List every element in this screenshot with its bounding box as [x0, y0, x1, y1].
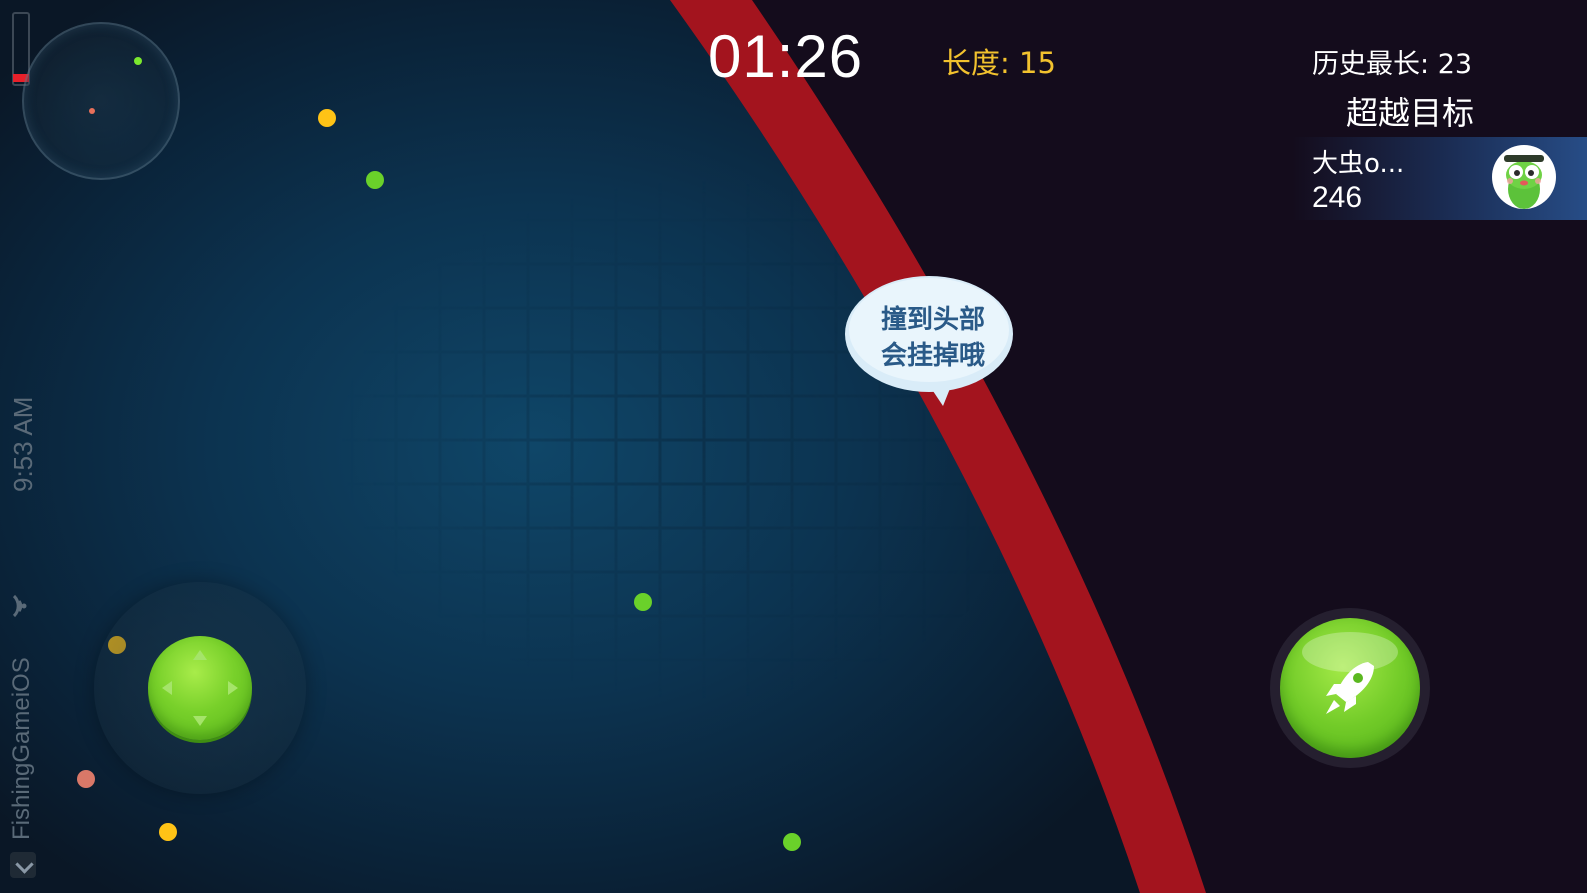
minimap-enemy-dot [89, 108, 95, 114]
food-pellet [77, 770, 95, 788]
dpad-joystick-icon[interactable] [148, 636, 252, 740]
wifi-icon [12, 594, 27, 618]
match-timer: 01:26 [708, 23, 864, 90]
food-pellet [318, 109, 336, 127]
game-stage[interactable]: 9:53 AM FishingGameiOS 01:26 长度: 15 历史最长… [0, 0, 1587, 893]
target-title: 超越目标 [1346, 94, 1475, 132]
boost-button-ring [1270, 608, 1430, 768]
food-pellet [159, 823, 177, 841]
movement-joystick[interactable] [94, 582, 306, 794]
food-pellet [366, 171, 384, 189]
back-to-app-icon[interactable] [10, 852, 36, 878]
tip-text: 撞到头部 会挂掉哦 [845, 302, 1021, 374]
length-value: 15 [1019, 46, 1056, 80]
best-length: 历史最长: 23 [1312, 42, 1472, 81]
minimap [22, 22, 180, 180]
status-time: 9:53 AM [8, 396, 38, 492]
tip-bubble: 撞到头部 会挂掉哦 [845, 276, 1013, 406]
food-pellet [634, 593, 652, 611]
minimap-player-dot [134, 57, 142, 65]
best-label: 历史最长: [1312, 49, 1430, 80]
tip-line-1: 撞到头部 [880, 305, 985, 335]
rocket-icon [1326, 662, 1374, 714]
tip-line-2: 会挂掉哦 [880, 341, 985, 371]
best-value: 23 [1437, 49, 1473, 80]
green-worm-avatar-icon [1492, 145, 1556, 209]
boost-button[interactable] [1280, 618, 1420, 758]
target-card: 大虫o... 246 [1292, 137, 1587, 220]
status-app-name: FishingGameiOS [8, 657, 35, 840]
target-name: 大虫o... [1312, 149, 1405, 179]
food-pellet [783, 833, 801, 851]
length-label: 长度: [942, 46, 1010, 80]
current-length: 长度: 15 [942, 40, 1056, 82]
target-score: 246 [1312, 181, 1363, 214]
